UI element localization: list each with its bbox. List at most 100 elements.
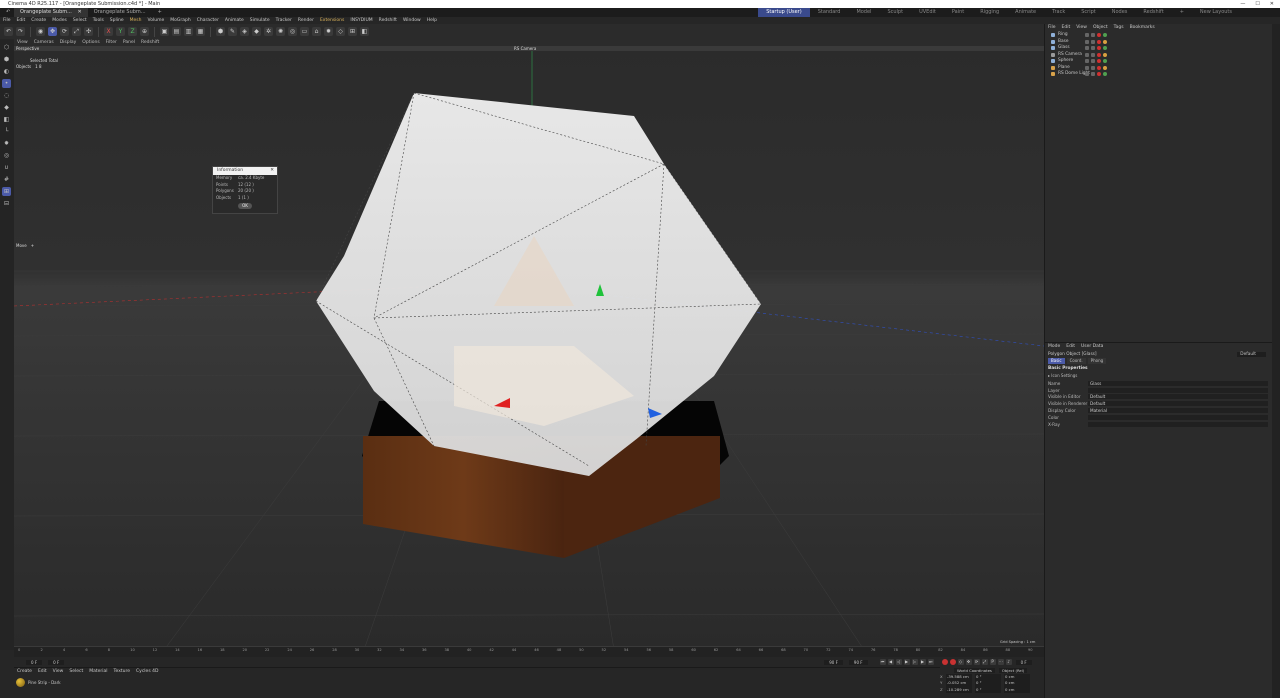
next-frame-icon[interactable]: ▷ [911, 659, 918, 665]
close-icon[interactable]: ✕ [1270, 0, 1274, 8]
redo-icon[interactable]: ↷ [16, 27, 25, 36]
menu-edit[interactable]: Edit [14, 17, 29, 24]
layout-tab-paint[interactable]: Paint [944, 8, 972, 17]
play-icon[interactable]: ▶ [903, 659, 910, 665]
x-axis-icon[interactable]: X [104, 27, 113, 36]
document-tab-2[interactable]: Orangeplate Subm... [88, 8, 152, 17]
close-icon[interactable]: ✕ [77, 9, 81, 15]
menu-extensions[interactable]: Extensions [317, 17, 347, 24]
z-axis-icon[interactable]: Z [128, 27, 137, 36]
enable-toggle[interactable] [1091, 59, 1095, 64]
phong-tag-icon[interactable] [1103, 52, 1107, 57]
object-menu-bookmarks[interactable]: Bookmarks [1127, 24, 1158, 32]
enable-toggle[interactable] [1091, 65, 1095, 70]
menu-help[interactable]: Help [424, 17, 440, 24]
new-layouts-dropdown[interactable]: New Layouts [1192, 8, 1240, 17]
property-value[interactable]: Glass [1088, 380, 1268, 386]
viewport-menu-redshift[interactable]: Redshift [138, 39, 162, 46]
add-tab-button[interactable]: + [152, 8, 168, 17]
layer-icon[interactable]: ◧ [360, 27, 369, 36]
object-menu-file[interactable]: File [1045, 24, 1059, 32]
edit-render-settings-icon[interactable]: ▥ [184, 27, 193, 36]
soft-selection-icon[interactable]: ◎ [2, 151, 11, 160]
menu-select[interactable]: Select [70, 17, 90, 24]
light-icon[interactable]: ✹ [324, 27, 333, 36]
floor-icon[interactable]: ▭ [300, 27, 309, 36]
enable-toggle[interactable] [1091, 72, 1095, 77]
material-tag-icon[interactable] [1097, 52, 1101, 57]
layout-tab-uvedit[interactable]: UVEdit [911, 8, 944, 17]
enable-toggle[interactable] [1091, 46, 1095, 51]
previous-key-icon[interactable]: ◀ [887, 659, 894, 665]
ok-button[interactable]: OK [238, 203, 252, 209]
object-row-rs-dome-light[interactable]: RS Dome Light [1045, 71, 1272, 78]
property-value[interactable]: Default [1088, 394, 1268, 400]
object-menu-object[interactable]: Object [1090, 24, 1111, 32]
go-to-end-icon[interactable]: ⏭ [927, 659, 934, 665]
layout-tab-model[interactable]: Model [848, 8, 879, 17]
viewport-menu-display[interactable]: Display [57, 39, 80, 46]
tweak-icon[interactable]: ✸ [2, 139, 11, 148]
material-menu-edit[interactable]: Edit [35, 668, 50, 676]
material-tag-icon[interactable] [1097, 65, 1101, 70]
viewport-camera[interactable]: RS Camera [514, 46, 536, 51]
end-frame-field[interactable]: 0 F [1015, 659, 1032, 665]
scale-key-icon[interactable]: ⤢ [981, 659, 988, 665]
viewport-menu-panel[interactable]: Panel [120, 39, 138, 46]
icon-settings-toggle[interactable]: ▸ Icon Settings [1045, 373, 1272, 378]
enable-toggle[interactable] [1091, 52, 1095, 57]
extrude-icon[interactable]: ◆ [252, 27, 261, 36]
visibility-toggle[interactable] [1085, 39, 1089, 44]
enable-toggle[interactable] [1091, 33, 1095, 38]
property-value[interactable]: Default [1088, 401, 1268, 407]
phong-tag-icon[interactable] [1103, 46, 1107, 51]
scale-icon[interactable]: ⤢ [72, 27, 81, 36]
live-select-icon[interactable]: ◉ [36, 27, 45, 36]
grid-icon[interactable]: ⊞ [348, 27, 357, 36]
viewport-menu-view[interactable]: View [14, 39, 31, 46]
material-menu-texture[interactable]: Texture [111, 668, 133, 676]
deformer-icon[interactable]: ◎ [288, 27, 297, 36]
field-icon[interactable]: ✺ [276, 27, 285, 36]
next-key-icon[interactable]: ▶ [919, 659, 926, 665]
tab-coord[interactable]: Coord. [1066, 358, 1086, 364]
viewport[interactable] [14, 46, 1044, 650]
maximize-icon[interactable]: ☐ [1255, 0, 1259, 8]
material-tag-icon[interactable] [1097, 72, 1101, 77]
visibility-toggle[interactable] [1085, 52, 1089, 57]
property-value[interactable] [1088, 414, 1268, 420]
cloner-icon[interactable]: ✲ [264, 27, 273, 36]
rotation-field[interactable]: 0 ° [975, 686, 1001, 693]
keyframe-selection-icon[interactable]: ◇ [957, 659, 964, 665]
phong-tag-icon[interactable] [1103, 59, 1107, 64]
menu-create[interactable]: Create [28, 17, 49, 24]
record-icon[interactable] [941, 659, 948, 665]
phong-tag-icon[interactable] [1103, 65, 1107, 70]
visibility-toggle[interactable] [1085, 65, 1089, 70]
layout-tab-rigging[interactable]: Rigging [972, 8, 1007, 17]
visibility-toggle[interactable] [1085, 46, 1089, 51]
material-menu-view[interactable]: View [50, 668, 67, 676]
pen-icon[interactable]: ✎ [228, 27, 237, 36]
enable-toggle[interactable] [1091, 39, 1095, 44]
tab-basic[interactable]: Basic [1048, 358, 1065, 364]
rotation-key-icon[interactable]: ⟳ [973, 659, 980, 665]
snap-icon[interactable]: # [2, 175, 11, 184]
phong-tag-icon[interactable] [1103, 39, 1107, 44]
subdivision-icon[interactable]: ◈ [240, 27, 249, 36]
attribute-menu-edit[interactable]: Edit [1063, 343, 1078, 351]
end-frame-field-a[interactable]: 90 F [824, 659, 843, 665]
magnet-icon[interactable]: ∪ [2, 163, 11, 172]
coordinate-mode-dropdown[interactable]: World Coordinates [954, 667, 995, 673]
size-field[interactable]: 0 cm [1004, 686, 1030, 693]
property-value[interactable] [1088, 421, 1268, 427]
material-tag-icon[interactable] [1097, 39, 1101, 44]
menu-spline[interactable]: Spline [107, 17, 127, 24]
rotate-icon[interactable]: ⟳ [60, 27, 69, 36]
material-swatch[interactable] [16, 678, 25, 687]
render-view-icon[interactable]: ▣ [160, 27, 169, 36]
tab-phong[interactable]: Phong [1087, 358, 1107, 364]
phong-tag-icon[interactable] [1103, 33, 1107, 38]
go-to-start-icon[interactable]: ⏮ [879, 659, 886, 665]
sound-icon[interactable]: ♪ [1005, 659, 1012, 665]
